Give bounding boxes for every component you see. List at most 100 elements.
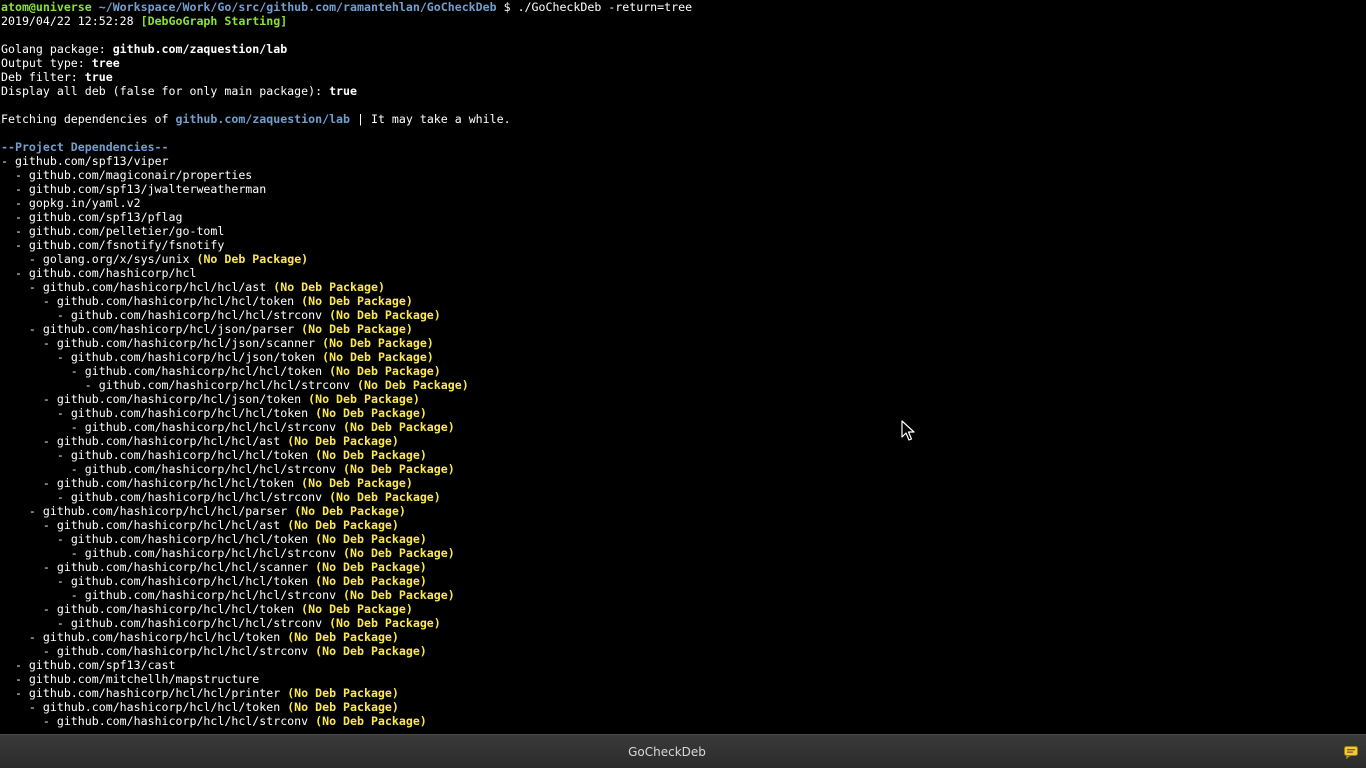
tree-row-prefix: - <box>1 238 29 252</box>
no-deb-badge: (No Deb Package) <box>329 364 441 378</box>
tree-row: - golang.org/x/sys/unix (No Deb Package) <box>1 252 1366 266</box>
tree-row-prefix: - <box>1 420 85 434</box>
tree-row-package: github.com/hashicorp/hcl/hcl/token <box>56 476 295 490</box>
tree-row-package: github.com/hashicorp/hcl/hcl/token <box>56 602 295 616</box>
tree-row-package: github.com/hashicorp/hcl/hcl/strconv <box>84 588 337 602</box>
no-deb-badge: (No Deb Package) <box>287 518 399 532</box>
tree-row-package: github.com/hashicorp/hcl/hcl/strconv <box>84 462 337 476</box>
prompt-path: ~/Workspace/Work/Go/src/github.com/raman… <box>98 0 497 14</box>
no-deb-badge: (No Deb Package) <box>315 714 427 728</box>
tree-row-package: github.com/hashicorp/hcl/json/token <box>70 350 316 364</box>
tree-row-package: github.com/spf13/jwalterweatherman <box>28 182 267 196</box>
no-deb-badge: (No Deb Package) <box>273 280 385 294</box>
no-deb-badge: (No Deb Package) <box>287 700 399 714</box>
prompt-user-host: atom@universe <box>1 0 92 14</box>
config-output-label: Output type: <box>1 56 85 70</box>
tree-row-prefix: - <box>1 462 85 476</box>
tree-row-package: github.com/hashicorp/hcl/hcl/token <box>70 406 309 420</box>
tree-row-prefix: - <box>1 630 43 644</box>
config-display-value: true <box>329 84 357 98</box>
tree-row-package: github.com/hashicorp/hcl/hcl/ast <box>42 280 267 294</box>
no-deb-badge: (No Deb Package) <box>343 546 455 560</box>
section-header: --Project Dependencies-- <box>1 140 169 154</box>
tree-row: - github.com/hashicorp/hcl/json/parser (… <box>1 322 1366 336</box>
tree-row-prefix: - <box>1 518 57 532</box>
no-deb-badge: (No Deb Package) <box>308 392 420 406</box>
config-filter-line: Deb filter: true <box>1 70 1366 84</box>
tree-row: - github.com/hashicorp/hcl/hcl/strconv (… <box>1 490 1366 504</box>
tree-row-package: github.com/hashicorp/hcl/hcl/strconv <box>98 378 351 392</box>
no-deb-badge: (No Deb Package) <box>287 434 399 448</box>
tree-row-prefix: - <box>1 252 43 266</box>
mouse-pointer-icon <box>901 420 915 441</box>
notification-icon[interactable] <box>1343 744 1359 760</box>
no-deb-badge: (No Deb Package) <box>315 406 427 420</box>
dependency-tree: - github.com/spf13/viper - github.com/ma… <box>1 154 1366 728</box>
tree-row-package: github.com/hashicorp/hcl/json/parser <box>42 322 295 336</box>
no-deb-badge: (No Deb Package) <box>343 462 455 476</box>
tree-row: - github.com/hashicorp/hcl/hcl/strconv (… <box>1 462 1366 476</box>
tree-row-package: github.com/hashicorp/hcl <box>28 266 197 280</box>
tree-row: - github.com/hashicorp/hcl/hcl/token (No… <box>1 532 1366 546</box>
tree-row-package: github.com/hashicorp/hcl/hcl/token <box>42 700 281 714</box>
tree-row-prefix: - <box>1 322 43 336</box>
tree-row: - github.com/hashicorp/hcl/hcl/token (No… <box>1 476 1366 490</box>
tree-row-prefix: - <box>1 658 29 672</box>
tree-row-package: github.com/pelletier/go-toml <box>28 224 225 238</box>
tree-row-prefix: - <box>1 266 29 280</box>
tree-row: - github.com/pelletier/go-toml <box>1 224 1366 238</box>
tree-row: - github.com/hashicorp/hcl/hcl/token (No… <box>1 700 1366 714</box>
tree-row-package: github.com/spf13/pflag <box>28 210 183 224</box>
tree-row-package: github.com/hashicorp/hcl/hcl/token <box>56 294 295 308</box>
prompt-command: ./GoCheckDeb -return=tree <box>517 0 693 14</box>
no-deb-badge: (No Deb Package) <box>315 644 427 658</box>
tree-row: - github.com/hashicorp/hcl/hcl/printer (… <box>1 686 1366 700</box>
no-deb-badge: (No Deb Package) <box>301 602 413 616</box>
config-output-line: Output type: tree <box>1 56 1366 70</box>
tree-row-package: github.com/fsnotify/fsnotify <box>28 238 225 252</box>
tree-row: - github.com/hashicorp/hcl/hcl/strconv (… <box>1 588 1366 602</box>
tree-row: - github.com/hashicorp/hcl/hcl/strconv (… <box>1 308 1366 322</box>
no-deb-badge: (No Deb Package) <box>329 490 441 504</box>
tree-row: - github.com/hashicorp/hcl/hcl/strconv (… <box>1 420 1366 434</box>
taskbar-window-title: GoCheckDeb <box>628 744 706 759</box>
tree-row-prefix: - <box>1 308 71 322</box>
tree-row-package: github.com/hashicorp/hcl/json/token <box>56 392 302 406</box>
tree-row-prefix: - <box>1 196 29 210</box>
no-deb-badge: (No Deb Package) <box>343 588 455 602</box>
config-display-label: Display all deb (false for only main pac… <box>1 84 323 98</box>
taskbar-window-button[interactable]: GoCheckDeb <box>0 736 1334 767</box>
tree-row: - github.com/hashicorp/hcl/hcl/parser (N… <box>1 504 1366 518</box>
no-deb-badge: (No Deb Package) <box>357 378 469 392</box>
terminal-window[interactable]: atom@universe ~/Workspace/Work/Go/src/gi… <box>0 0 1366 734</box>
tree-row-prefix: - <box>1 378 99 392</box>
tree-row-prefix: - <box>1 154 15 168</box>
tree-row-prefix: - <box>1 448 71 462</box>
tree-row-prefix: - <box>1 476 57 490</box>
config-filter-label: Deb filter: <box>1 70 78 84</box>
no-deb-badge: (No Deb Package) <box>329 616 441 630</box>
tree-row: - github.com/hashicorp/hcl/json/scanner … <box>1 336 1366 350</box>
no-deb-badge: (No Deb Package) <box>322 336 434 350</box>
no-deb-badge: (No Deb Package) <box>343 420 455 434</box>
prompt-line: atom@universe ~/Workspace/Work/Go/src/gi… <box>1 0 1366 14</box>
tree-row: - github.com/hashicorp/hcl/hcl/scanner (… <box>1 560 1366 574</box>
tree-row: - github.com/hashicorp/hcl/hcl/token (No… <box>1 602 1366 616</box>
no-deb-badge: (No Deb Package) <box>315 532 427 546</box>
tree-row-prefix: - <box>1 280 43 294</box>
tree-row-prefix: - <box>1 546 85 560</box>
tree-row-prefix: - <box>1 336 57 350</box>
tree-row-package: github.com/hashicorp/hcl/hcl/strconv <box>56 714 309 728</box>
no-deb-badge: (No Deb Package) <box>294 504 406 518</box>
config-output-value: tree <box>91 56 120 70</box>
no-deb-badge: (No Deb Package) <box>196 252 309 266</box>
tree-row-prefix: - <box>1 210 29 224</box>
tree-row-prefix: - <box>1 364 85 378</box>
tree-row-package: github.com/spf13/viper <box>14 154 169 168</box>
tree-row-prefix: - <box>1 616 71 630</box>
fetching-prefix: Fetching dependencies of <box>1 112 169 126</box>
tree-row-package: github.com/magiconair/properties <box>28 168 253 182</box>
config-package-label: Golang package: <box>1 42 106 56</box>
tree-row-prefix: - <box>1 700 43 714</box>
start-timestamp: 2019/04/22 12:52:28 <box>1 14 134 28</box>
